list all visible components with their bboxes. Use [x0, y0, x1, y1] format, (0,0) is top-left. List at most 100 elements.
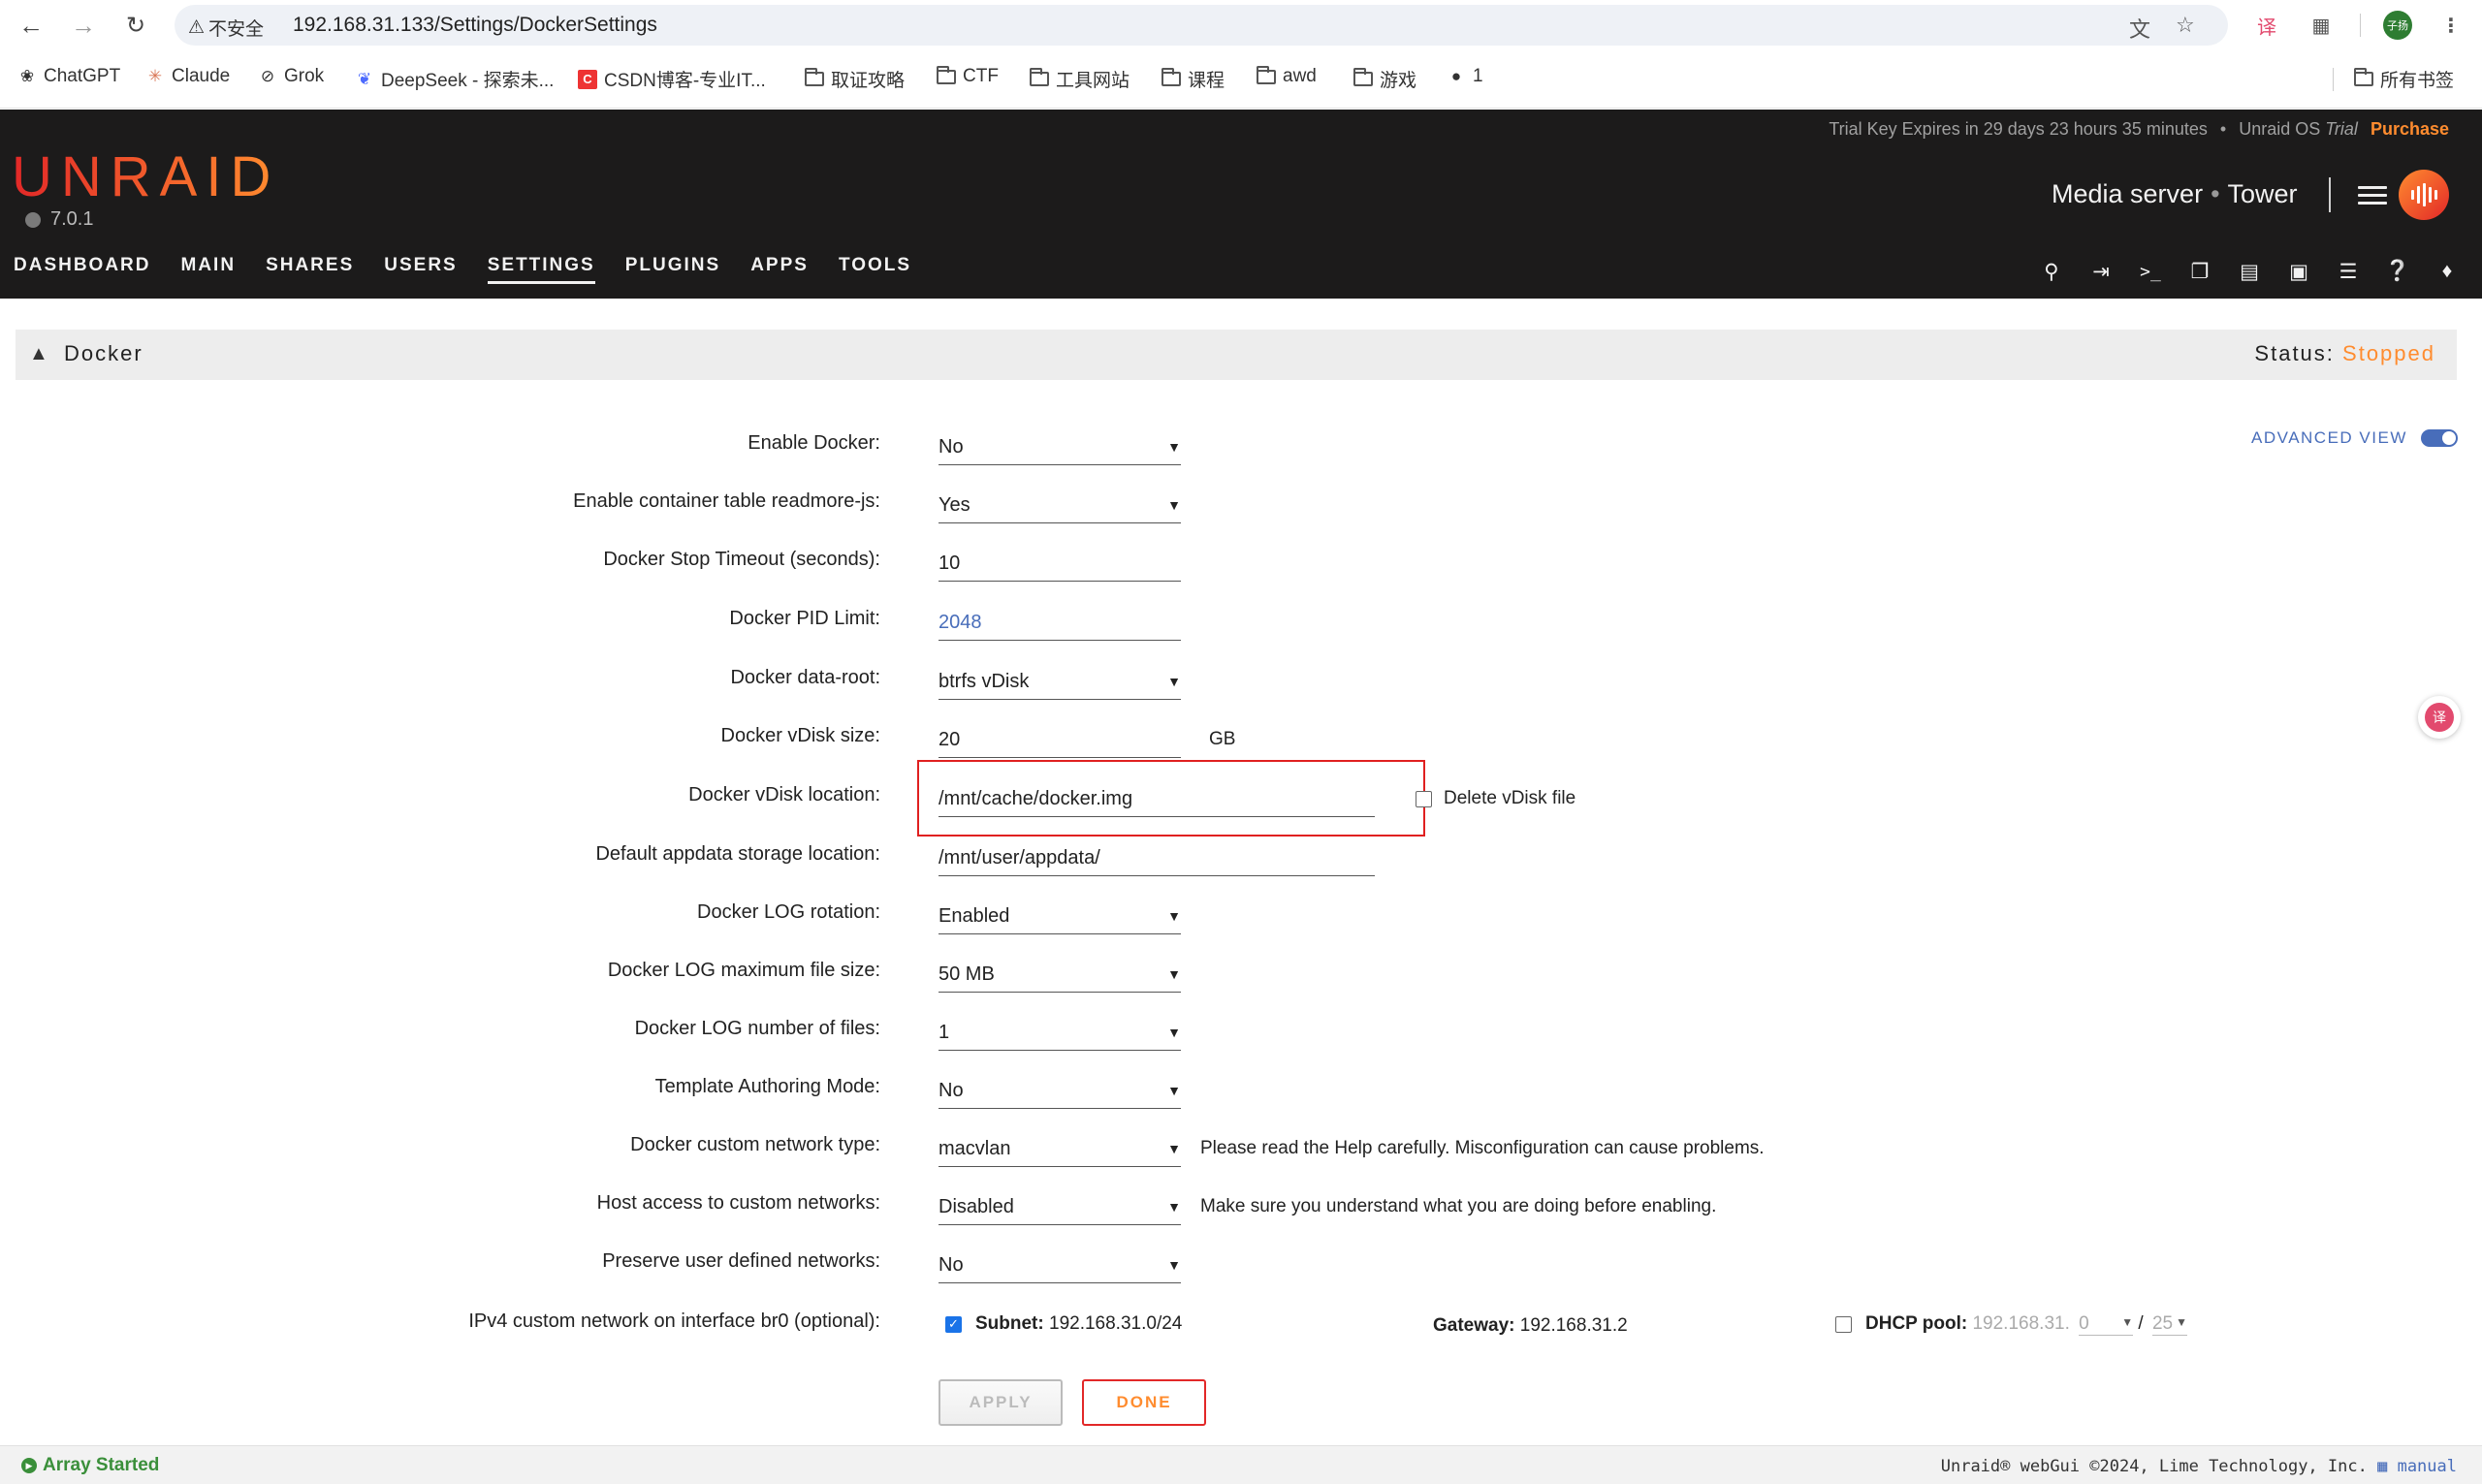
nav-settings[interactable]: SETTINGS [487, 255, 595, 284]
stop-timeout-input[interactable]: 10 [939, 543, 1181, 582]
dhcp-prefix: 192.168.31. [1972, 1313, 2070, 1334]
vdisk-size-input[interactable]: 20 [939, 719, 1181, 758]
gateway-field: Gateway: 192.168.31.2 [1433, 1315, 1628, 1336]
dhcp-start-select[interactable]: 0 ▼ [2079, 1313, 2134, 1336]
bookmark-folder-courses[interactable]: 课程 [1161, 66, 1225, 92]
nav-tools[interactable]: TOOLS [839, 255, 911, 284]
gateway-value[interactable]: 192.168.31.2 [1520, 1315, 1628, 1336]
bookmark-folder-tools[interactable]: 工具网站 [1030, 66, 1130, 92]
setting-label: Docker data-root: [730, 667, 880, 688]
data-root-select[interactable]: btrfs vDisk ▼ [939, 661, 1181, 700]
main-nav: DASHBOARD MAIN SHARES USERS SETTINGS PLU… [14, 255, 911, 284]
nav-plugins[interactable]: PLUGINS [625, 255, 720, 284]
subnet-value[interactable]: 192.168.31.0/24 [1049, 1313, 1182, 1334]
setting-network-type: Docker custom network type: macvlan ▼ Ple… [0, 1126, 2482, 1169]
bookmark-folder-games[interactable]: 游戏 [1353, 66, 1416, 92]
manual-link[interactable]: ▦ manual [2377, 1457, 2457, 1476]
feedback-icon[interactable]: ▤ [2234, 257, 2265, 286]
delete-vdisk-checkbox[interactable] [1416, 790, 1432, 807]
setting-label: Docker LOG rotation: [697, 901, 880, 923]
apply-button[interactable]: APPLY [939, 1379, 1063, 1426]
folder-icon [1353, 68, 1373, 86]
nav-main[interactable]: MAIN [181, 255, 237, 284]
dhcp-size-select[interactable]: 25 ▼ [2151, 1313, 2187, 1336]
log-max-size-select[interactable]: 50 MB ▼ [939, 954, 1181, 993]
preserve-networks-select[interactable]: No ▼ [939, 1245, 1181, 1283]
setting-pid-limit: Docker PID Limit: 2048 [0, 600, 2482, 643]
bell-icon[interactable]: ♦ [2432, 257, 2463, 286]
purchase-link[interactable]: Purchase [2371, 119, 2449, 139]
forward-icon[interactable]: → [66, 8, 101, 43]
translate-page-icon[interactable]: 文 [2129, 13, 2150, 44]
setting-log-max-size: Docker LOG maximum file size: 50 MB ▼ [0, 952, 2482, 995]
log-files-select[interactable]: 1 ▼ [939, 1012, 1181, 1051]
server-name: Tower [2227, 179, 2298, 208]
setting-vdisk-size: Docker vDisk size: 20 GB [0, 717, 2482, 760]
bookmark-folder-forensics[interactable]: 取证攻略 [805, 66, 905, 92]
reload-icon[interactable]: ↻ [118, 8, 153, 43]
network-type-select[interactable]: macvlan ▼ [939, 1128, 1181, 1167]
os-trial-label: Trial [2325, 119, 2358, 139]
profile-avatar[interactable]: 子扬 [2383, 11, 2412, 40]
setting-log-rotation: Docker LOG rotation: Enabled ▼ [0, 894, 2482, 936]
nav-shares[interactable]: SHARES [266, 255, 354, 284]
host-access-select[interactable]: Disabled ▼ [939, 1186, 1181, 1225]
delete-vdisk-option[interactable]: Delete vDisk file [1416, 788, 1575, 809]
more-menu-icon[interactable]: ⋮ [2435, 10, 2466, 41]
done-button[interactable]: DONE [1082, 1379, 1206, 1426]
enable-docker-select[interactable]: No ▼ [939, 426, 1181, 465]
copy-icon[interactable]: ❐ [2184, 257, 2215, 286]
url-text[interactable]: 192.168.31.133/Settings/DockerSettings [293, 14, 657, 37]
nav-apps[interactable]: APPS [750, 255, 809, 284]
bookmark-csdn[interactable]: C CSDN博客-专业IT... [578, 66, 766, 92]
unraid-logo[interactable]: UNRAID [12, 144, 279, 209]
dropdown-arrow-icon: ▼ [1167, 1199, 1181, 1215]
subnet-checkbox[interactable]: ✓ [945, 1315, 962, 1333]
bookmark-deepseek[interactable]: ❦ DeepSeek - 探索未... [355, 66, 555, 92]
bookmark-1[interactable]: ● 1 [1447, 66, 1483, 87]
dropdown-arrow-icon: ▼ [1167, 908, 1181, 924]
version-info[interactable]: 7.0.1 [25, 208, 93, 231]
bookmark-star-icon[interactable]: ☆ [2176, 13, 2195, 38]
security-indicator[interactable]: ⚠ 不安全 [188, 15, 264, 41]
logout-icon[interactable]: ⇥ [2085, 257, 2116, 286]
nav-dashboard[interactable]: DASHBOARD [14, 255, 151, 284]
extensions-icon[interactable]: ▦ [2306, 10, 2337, 41]
extension-translate-icon[interactable]: 译 [2251, 10, 2282, 41]
hamburger-menu-icon[interactable] [2358, 177, 2387, 212]
template-mode-select[interactable]: No ▼ [939, 1070, 1181, 1109]
array-status: ▶ Array Started [21, 1455, 159, 1476]
log-icon[interactable]: ☰ [2333, 257, 2364, 286]
bookmarks-bar: ❀ ChatGPT ✳ Claude ⊘ Grok ❦ DeepSeek - 探… [0, 60, 2482, 99]
bookmark-chatgpt[interactable]: ❀ ChatGPT [17, 66, 120, 87]
back-icon[interactable]: ← [14, 8, 48, 43]
vdisk-location-input[interactable]: /mnt/cache/docker.img [939, 778, 1375, 817]
setting-readmore: Enable container table readmore-js: Yes ▼ [0, 483, 2482, 525]
page-title-bar: ▲ Docker Status: Stopped [16, 330, 2457, 380]
setting-template-mode: Template Authoring Mode: No ▼ [0, 1068, 2482, 1111]
setting-vdisk-location: Docker vDisk location: /mnt/cache/docker… [0, 776, 2482, 819]
status-value: Stopped [2342, 341, 2435, 365]
bookmark-claude[interactable]: ✳ Claude [145, 66, 230, 87]
all-bookmarks[interactable]: 所有书签 [2354, 66, 2454, 92]
search-icon[interactable]: ⚲ [2036, 257, 2067, 286]
pid-limit-input[interactable]: 2048 [939, 602, 1181, 641]
monitor-icon[interactable]: ▣ [2283, 257, 2314, 286]
setting-log-files: Docker LOG number of files: 1 ▼ [0, 1010, 2482, 1053]
bookmark-folder-ctf[interactable]: CTF [937, 65, 999, 87]
dhcp-pool-checkbox[interactable] [1835, 1316, 1852, 1333]
log-rotation-select[interactable]: Enabled ▼ [939, 896, 1181, 934]
bookmark-grok[interactable]: ⊘ Grok [258, 66, 324, 87]
setting-label: IPv4 custom network on interface br0 (op… [468, 1310, 880, 1332]
page-title: Docker [64, 341, 143, 365]
bookmark-folder-awd[interactable]: awd [1257, 65, 1317, 87]
os-label: Unraid OS [2239, 119, 2321, 139]
terminal-icon[interactable]: >_ [2135, 257, 2166, 286]
nav-users[interactable]: USERS [384, 255, 457, 284]
user-avatar[interactable] [2399, 170, 2449, 220]
readmore-select[interactable]: Yes ▼ [939, 485, 1181, 523]
help-icon[interactable]: ❔ [2382, 257, 2413, 286]
appdata-input[interactable]: /mnt/user/appdata/ [939, 837, 1375, 876]
address-bar[interactable]: ⚠ 不安全 192.168.31.133/Settings/DockerSett… [175, 5, 2228, 46]
setting-preserve-networks: Preserve user defined networks: No ▼ [0, 1243, 2482, 1285]
